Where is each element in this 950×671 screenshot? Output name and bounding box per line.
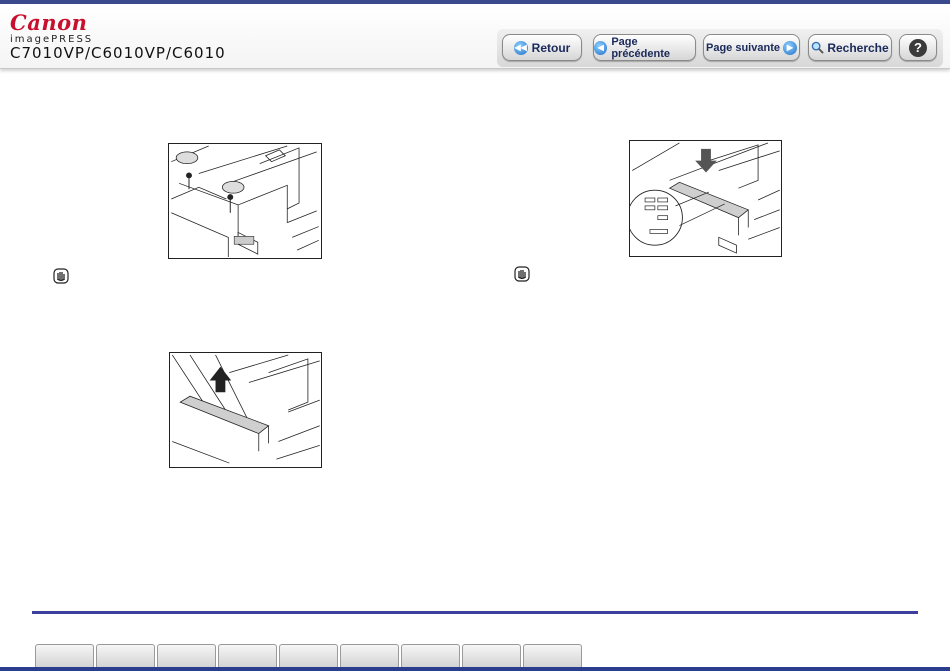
back-button-label: Retour xyxy=(531,40,571,55)
help-button[interactable]: ? xyxy=(899,34,937,61)
caution-hand-icon xyxy=(53,268,69,284)
previous-page-button[interactable]: ◀ Page précédente xyxy=(593,34,696,61)
back-button[interactable]: ◀◀ Retour xyxy=(502,34,582,61)
search-button-label: Recherche xyxy=(827,40,889,55)
figure-lift-guide-drawing xyxy=(171,354,320,464)
arrow-left-icon: ◀ xyxy=(594,40,608,55)
figure-remove-screws-drawing xyxy=(171,145,319,258)
question-icon: ? xyxy=(909,38,927,57)
figure-insert-guide-drawing xyxy=(630,142,780,254)
brand-logo: Canon xyxy=(10,10,88,35)
previous-page-label: Page précédente xyxy=(611,35,671,60)
next-page-button[interactable]: Page suivante ▶ xyxy=(703,34,800,61)
figure-lift-guide xyxy=(169,352,322,468)
magnifier-icon xyxy=(812,41,825,54)
arrow-right-icon: ▶ xyxy=(782,40,797,55)
toolbar: ◀◀ Retour ◀ Page précédente Page suivant… xyxy=(497,29,943,67)
figure-insert-guide xyxy=(629,140,782,257)
search-button[interactable]: Recherche xyxy=(808,34,892,61)
model-name: C7010VP/C6010VP/C6010 xyxy=(10,44,226,62)
rewind-icon: ◀◀ xyxy=(513,40,528,55)
caution-hand-icon-2 xyxy=(514,266,530,282)
figure-remove-screws xyxy=(168,143,322,259)
header: Canon imagePRESS C7010VP/C6010VP/C6010 ◀… xyxy=(0,4,950,69)
footer-divider xyxy=(32,611,918,614)
bottom-accent-bar xyxy=(0,667,950,671)
next-page-label: Page suivante xyxy=(706,41,780,54)
